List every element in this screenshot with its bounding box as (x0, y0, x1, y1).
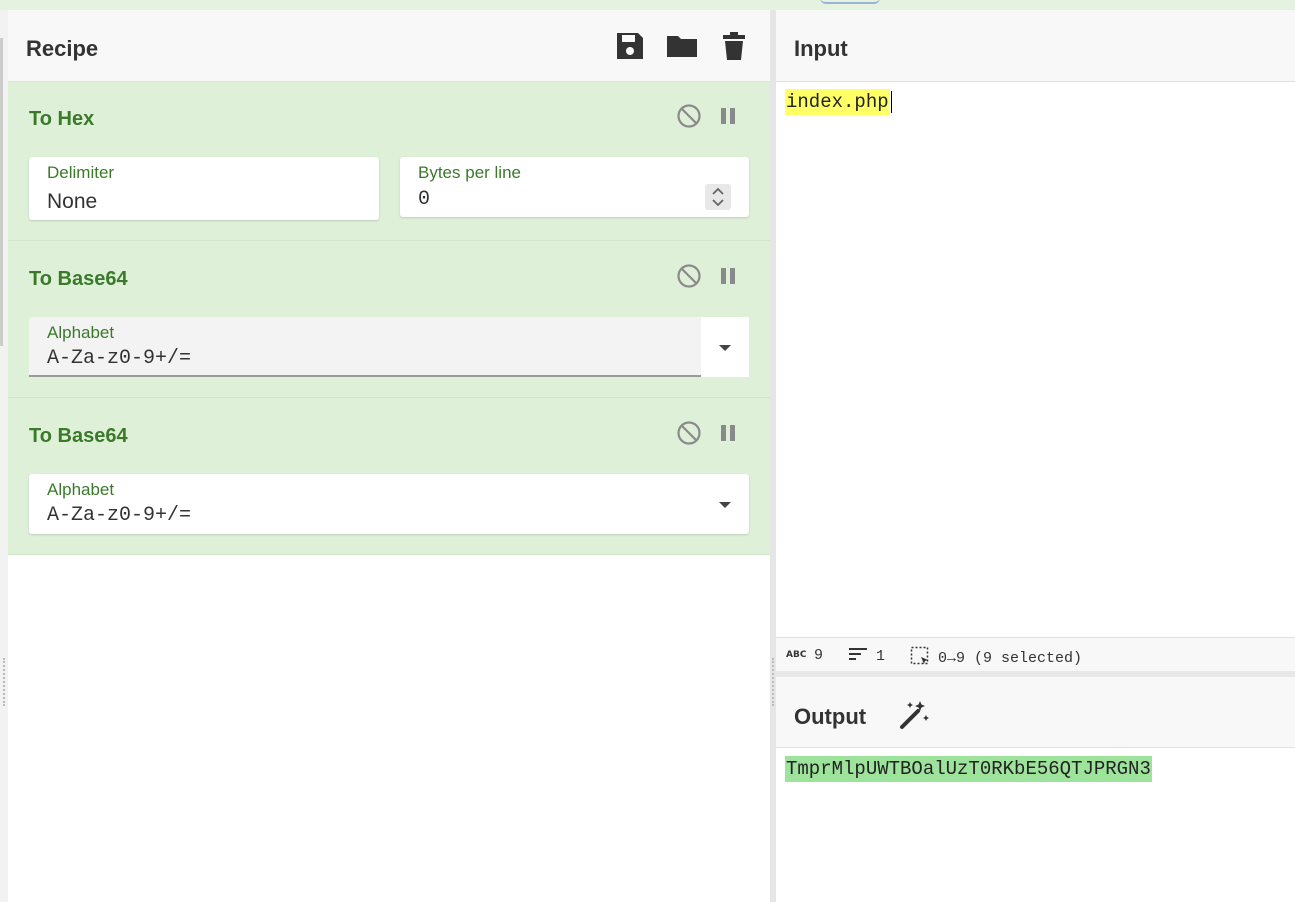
disable-icon[interactable] (676, 103, 702, 134)
resize-handle-left[interactable] (3, 658, 7, 706)
selection-icon (910, 646, 930, 671)
spinner-icon[interactable] (705, 184, 731, 210)
operation-to-base64[interactable]: To Base64 Alphabet A-Za-z0-9+/= (8, 398, 770, 555)
output-text: TmprMlpUWTBOalUzT0RKbE56QTJPRGN3 (785, 756, 1152, 782)
input-textarea[interactable]: index.php (785, 89, 892, 116)
left-scrollbar[interactable] (0, 38, 3, 346)
delimiter-value: None (47, 190, 98, 213)
input-header: Input (776, 10, 1295, 82)
disable-icon[interactable] (676, 420, 702, 451)
alphabet-label: Alphabet (47, 323, 115, 342)
trash-icon[interactable] (718, 30, 750, 62)
top-link-fragment (820, 0, 880, 4)
input-title: Input (794, 36, 848, 61)
char-count: 9 (814, 647, 824, 664)
alphabet-label: Alphabet (47, 480, 115, 499)
alphabet-field[interactable]: Alphabet A-Za-z0-9+/= (29, 474, 749, 534)
abc-icon: ABC (786, 646, 807, 665)
dropdown-caret-icon (719, 345, 731, 351)
svg-text:ABC: ABC (786, 650, 806, 660)
input-status-bar: ABC 9 1 0→9 (9 selected) (776, 637, 1295, 672)
bytes-per-line-field[interactable]: Bytes per line 0 (400, 157, 749, 217)
line-count: 1 (876, 648, 886, 665)
alphabet-field[interactable]: Alphabet A-Za-z0-9+/= (29, 317, 701, 377)
dropdown-caret-icon[interactable] (719, 502, 731, 508)
delimiter-field[interactable]: Delimiter None (29, 157, 379, 220)
output-title: Output (794, 704, 867, 729)
delimiter-label: Delimiter (47, 163, 115, 182)
operation-title: To Hex (29, 108, 95, 130)
pause-icon[interactable] (718, 266, 738, 291)
output-header: Output (776, 677, 1295, 748)
operation-to-base64[interactable]: To Base64 Alphabet A-Za-z0-9+/= (8, 241, 770, 398)
input-text: index.php (785, 89, 890, 116)
bytes-per-line-value: 0 (418, 188, 431, 211)
recipe-title: Recipe (26, 36, 99, 61)
disable-icon[interactable] (676, 263, 702, 294)
selection-range: 0→9 (9 selected) (938, 650, 1083, 667)
operation-to-hex[interactable]: To Hex Delimiter None Bytes per line 0 (8, 82, 770, 241)
alphabet-value: A-Za-z0-9+/= (47, 347, 192, 370)
text-cursor (890, 91, 892, 113)
operation-title: To Base64 (29, 425, 128, 447)
pause-icon[interactable] (718, 106, 738, 131)
io-panel: Input index.php ABC 9 1 0→9 (9 selected)… (776, 10, 1295, 902)
bytes-per-line-label: Bytes per line (418, 163, 521, 182)
output-textarea[interactable]: TmprMlpUWTBOalUzT0RKbE56QTJPRGN3 (785, 756, 1152, 782)
alphabet-dropdown[interactable] (701, 317, 749, 377)
operation-title: To Base64 (29, 268, 128, 290)
lines-icon (848, 646, 868, 667)
alphabet-value: A-Za-z0-9+/= (47, 504, 192, 527)
save-icon[interactable] (614, 30, 646, 62)
recipe-header: Recipe (8, 10, 770, 82)
folder-icon[interactable] (666, 30, 698, 62)
recipe-panel: Recipe To Hex Delimiter None Bytes per l… (8, 10, 770, 902)
pause-icon[interactable] (718, 423, 738, 448)
magic-wand-icon[interactable] (898, 699, 930, 731)
